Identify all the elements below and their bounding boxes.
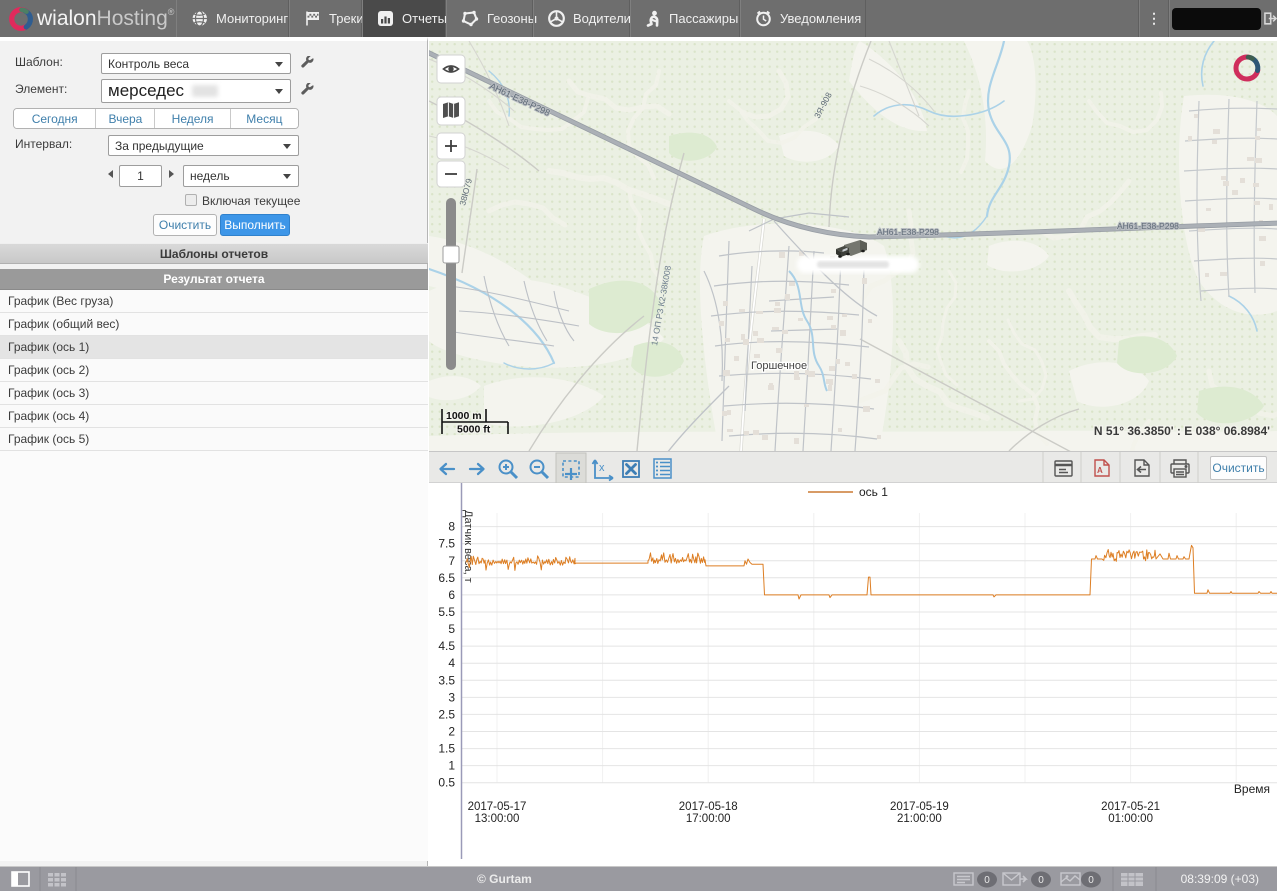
svg-text:5000 ft: 5000 ft [457, 424, 491, 436]
svg-text:6.5: 6.5 [438, 571, 455, 585]
svg-text:2017-05-19: 2017-05-19 [890, 801, 949, 813]
svg-text:0: 0 [1088, 875, 1094, 886]
svg-text:3.5: 3.5 [438, 673, 455, 687]
svg-text:0: 0 [984, 875, 990, 886]
svg-text:7: 7 [448, 554, 455, 568]
svg-text:4.5: 4.5 [438, 639, 455, 653]
svg-text:Время: Время [1234, 782, 1270, 796]
svg-text:7.5: 7.5 [438, 537, 455, 551]
svg-text:4: 4 [448, 656, 455, 670]
svg-text:Горшечное: Горшечное [751, 360, 807, 372]
svg-text:13:00:00: 13:00:00 [475, 813, 520, 825]
svg-text:2017-05-18: 2017-05-18 [679, 801, 738, 813]
svg-text:8: 8 [448, 520, 455, 534]
svg-text:6: 6 [448, 588, 455, 602]
svg-text:1000 m: 1000 m [446, 410, 482, 422]
svg-text:N 51° 36.3850' : E 038° 06.898: N 51° 36.3850' : E 038° 06.8984' [1094, 424, 1270, 438]
svg-text:5: 5 [448, 622, 455, 636]
svg-text:АН61-Е38-Р298: АН61-Е38-Р298 [1117, 221, 1179, 231]
svg-text:АН61-Е38-Р298: АН61-Е38-Р298 [877, 227, 939, 237]
svg-text:21:00:00: 21:00:00 [897, 813, 942, 825]
svg-text:3: 3 [448, 690, 455, 704]
svg-text:2: 2 [448, 725, 455, 739]
svg-text:2017-05-17: 2017-05-17 [468, 801, 527, 813]
svg-text:0: 0 [1038, 875, 1044, 886]
svg-text:0.5: 0.5 [438, 776, 455, 790]
svg-text:x: x [599, 462, 605, 474]
svg-text:Датчик веса, т: Датчик веса, т [462, 510, 474, 583]
svg-text:A: A [1097, 466, 1103, 475]
svg-text:1: 1 [448, 759, 455, 773]
svg-text:17:00:00: 17:00:00 [686, 813, 731, 825]
svg-text:5.5: 5.5 [438, 605, 455, 619]
svg-text:2.5: 2.5 [438, 707, 455, 721]
svg-text:2017-05-21: 2017-05-21 [1101, 801, 1160, 813]
svg-text:ось 1: ось 1 [859, 485, 888, 499]
svg-text:1.5: 1.5 [438, 742, 455, 756]
svg-text:01:00:00: 01:00:00 [1108, 813, 1153, 825]
